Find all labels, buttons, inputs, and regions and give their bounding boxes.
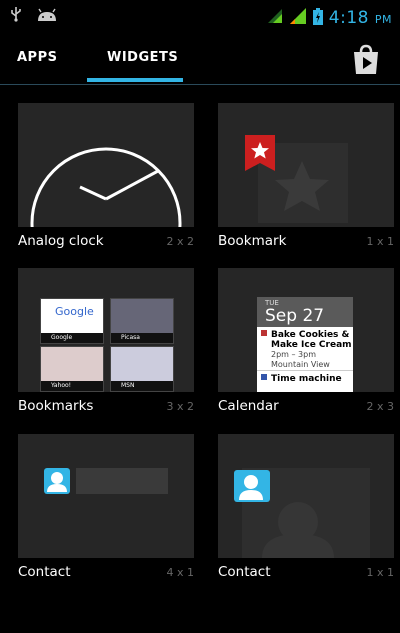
widget-name: Contact [218, 564, 271, 580]
tab-bar: APPS WIDGETS [0, 34, 400, 86]
battery-icon [312, 7, 323, 29]
widget-name: Contact [18, 564, 71, 580]
bookmark-thumbnail: MSN [110, 346, 174, 392]
calendar-event: Bake Cookies & Make Ice Cream 2pm – 3pm … [257, 327, 353, 370]
tab-divider [0, 84, 400, 85]
android-debug-icon [36, 7, 58, 26]
widget-name: Calendar [218, 398, 279, 414]
bookmark-thumbnail: Yahoo! [40, 346, 104, 392]
play-store-button[interactable] [351, 44, 381, 76]
signal-icon [289, 7, 307, 29]
play-store-icon [351, 44, 381, 80]
contact-preview [218, 434, 394, 558]
widget-name: Bookmarks [18, 398, 94, 414]
tab-apps[interactable]: APPS [17, 50, 57, 65]
widget-size: 4 x 1 [166, 566, 195, 579]
usb-icon [10, 6, 22, 26]
google-logo: Google [55, 305, 94, 318]
widget-size: 2 x 2 [166, 235, 195, 248]
contact-icon [44, 468, 70, 494]
tab-widgets[interactable]: WIDGETS [107, 50, 178, 65]
bookmark-thumbnail: Google Google [40, 298, 104, 344]
bookmark-thumbnail: Picasa [110, 298, 174, 344]
widget-size: 3 x 2 [166, 400, 195, 413]
wifi-icon [267, 8, 283, 28]
status-bar: 4:18 PM [0, 0, 400, 34]
calendar-date: Sep 27 [265, 306, 325, 326]
bookmarks-preview: Google Google Picasa Yahoo! MSN [18, 268, 194, 392]
contact-icon [234, 470, 270, 502]
contact-preview [18, 434, 194, 558]
widget-name: Bookmark [218, 233, 287, 249]
selected-tab-indicator [87, 78, 183, 82]
bookmark-preview [218, 103, 394, 227]
widget-name: Analog clock [18, 233, 104, 249]
calendar-preview: TUE Sep 27 Bake Cookies & Make Ice Cream… [218, 268, 394, 392]
widget-size: 1 x 1 [366, 235, 395, 248]
bookmark-ribbon-icon [245, 135, 275, 171]
analog-clock-preview [18, 103, 194, 227]
calendar-event: Time machine [257, 370, 353, 384]
clock-time: 4:18 PM [328, 8, 392, 28]
widget-size: 2 x 3 [366, 400, 395, 413]
widget-size: 1 x 1 [366, 566, 395, 579]
